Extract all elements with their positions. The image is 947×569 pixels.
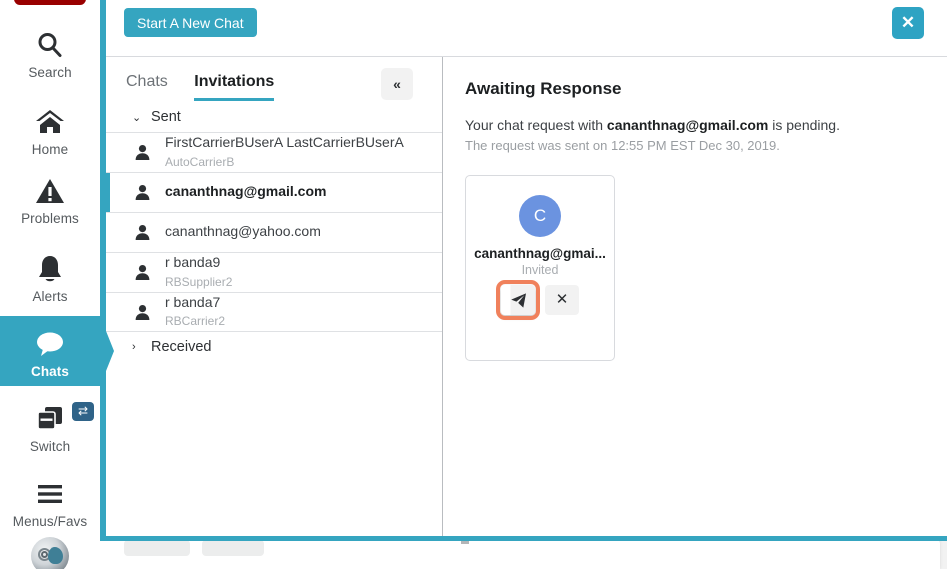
group-label: Sent <box>151 109 181 125</box>
send-paper-plane-icon[interactable] <box>496 280 540 320</box>
person-icon <box>134 264 151 281</box>
rail-item-menus-favs[interactable]: Menus/Favs <box>0 475 100 529</box>
list-item-name: cananthnag@yahoo.com <box>165 223 321 240</box>
list-item-text: r banda7 RBCarrier2 <box>165 294 225 331</box>
list-item[interactable]: r banda7 RBCarrier2 <box>106 292 442 332</box>
background-card <box>60 538 940 569</box>
request-prefix: Your chat request with <box>465 117 607 133</box>
contact-name: cananthnag@gmai... <box>474 246 606 261</box>
list-item-name: cananthnag@gmail.com <box>165 183 327 200</box>
rail-item-label: Search <box>28 65 72 80</box>
avatar-head <box>48 547 63 564</box>
request-sent-timestamp: The request was sent on 12:55 PM EST Dec… <box>465 138 780 153</box>
rail-item-search[interactable]: Search <box>0 26 100 80</box>
rail-item-label: Alerts <box>32 289 68 304</box>
tab-chats[interactable]: Chats <box>126 73 168 98</box>
request-status-text: Your chat request with cananthnag@gmail.… <box>465 117 947 133</box>
list-item-text: cananthnag@yahoo.com <box>165 223 321 241</box>
panel-header: Start A New Chat ✕ <box>106 0 947 56</box>
active-rail-arrow <box>100 316 114 386</box>
person-icon <box>134 184 151 201</box>
invitation-list: FirstCarrierBUserA LastCarrierBUserA Aut… <box>106 132 442 332</box>
list-item-text: r banda9 RBSupplier2 <box>165 254 232 291</box>
person-icon <box>134 304 151 321</box>
invitations-list-column: Chats Invitations « ⌄ Sent FirstCarrierB… <box>106 57 443 536</box>
chevron-down-icon: ⌄ <box>132 111 142 124</box>
home-icon <box>0 103 100 141</box>
list-item-subtitle: RBCarrier2 <box>165 314 226 328</box>
start-new-chat-button[interactable]: Start A New Chat <box>124 8 257 37</box>
avatar: C <box>519 195 561 237</box>
contact-card: C cananthnag@gmai... Invited ✕ <box>465 175 615 361</box>
list-item-name: r banda7 <box>165 293 221 310</box>
cancel-invitation-button[interactable]: ✕ <box>545 285 579 315</box>
rail-item-home[interactable]: Home <box>0 103 100 157</box>
person-icon <box>134 224 151 241</box>
tab-bar: Chats Invitations « <box>106 57 442 102</box>
background-chip <box>202 540 264 556</box>
left-icon-rail: Search Home Problems Alerts Chats Switch… <box>0 0 114 569</box>
tab-invitations[interactable]: Invitations <box>194 73 275 101</box>
rail-item-label: Switch <box>29 439 71 454</box>
group-header-sent[interactable]: ⌄ Sent <box>106 102 442 132</box>
list-item[interactable]: cananthnag@yahoo.com <box>106 212 442 252</box>
chevron-right-icon: › <box>132 341 136 353</box>
list-item[interactable]: FirstCarrierBUserA LastCarrierBUserA Aut… <box>106 132 442 172</box>
list-item-subtitle: RBSupplier2 <box>165 274 233 289</box>
rail-item-problems[interactable]: Problems <box>0 172 100 226</box>
list-item-text: FirstCarrierBUserA LastCarrierBUserA Aut… <box>165 134 404 171</box>
rail-item-label: Menus/Favs <box>12 514 88 529</box>
chat-bubble-icon <box>0 325 100 363</box>
user-avatar-icon[interactable] <box>31 537 69 569</box>
close-icon[interactable]: ✕ <box>892 7 924 39</box>
rail-item-label: Problems <box>21 211 79 226</box>
card-action-bar: ✕ <box>466 280 614 320</box>
top-red-bar <box>14 0 86 5</box>
person-icon <box>134 144 151 161</box>
bell-icon <box>0 250 100 288</box>
request-suffix: is pending. <box>768 117 840 133</box>
panel-body: Chats Invitations « ⌄ Sent FirstCarrierB… <box>106 56 947 536</box>
list-item-name: r banda9 <box>165 254 221 271</box>
swap-arrows-icon[interactable]: ⇄ <box>72 402 94 421</box>
rail-item-alerts[interactable]: Alerts <box>0 250 100 304</box>
warning-triangle-icon <box>0 172 100 210</box>
double-chevron-left-icon[interactable]: « <box>381 68 413 100</box>
detail-column: Awaiting Response Your chat request with… <box>443 57 947 536</box>
rail-item-label: Home <box>31 142 69 157</box>
app-root: Search Home Problems Alerts Chats Switch… <box>0 0 947 569</box>
avatar-ring-inner <box>41 551 48 558</box>
rail-item-chats[interactable]: Chats <box>0 325 100 379</box>
group-header-received[interactable]: › Received <box>106 332 442 362</box>
search-icon <box>0 26 100 64</box>
background-chip <box>124 540 190 556</box>
list-item-subtitle: AutoCarrierB <box>165 154 235 169</box>
list-item[interactable]: cananthnag@gmail.com <box>106 172 442 212</box>
hamburger-icon <box>0 475 100 513</box>
list-item-text: cananthnag@gmail.com <box>165 183 326 201</box>
rail-item-label: Chats <box>30 364 69 379</box>
page-title: Awaiting Response <box>465 79 622 98</box>
status-badge: Invited <box>521 263 559 277</box>
list-item-name: FirstCarrierBUserA LastCarrierBUserA <box>165 134 404 151</box>
request-contact: cananthnag@gmail.com <box>606 117 769 133</box>
group-label: Received <box>151 339 212 355</box>
chat-overlay-panel: Start A New Chat ✕ Chats Invitations « ⌄… <box>100 0 947 541</box>
list-item[interactable]: r banda9 RBSupplier2 <box>106 252 442 292</box>
